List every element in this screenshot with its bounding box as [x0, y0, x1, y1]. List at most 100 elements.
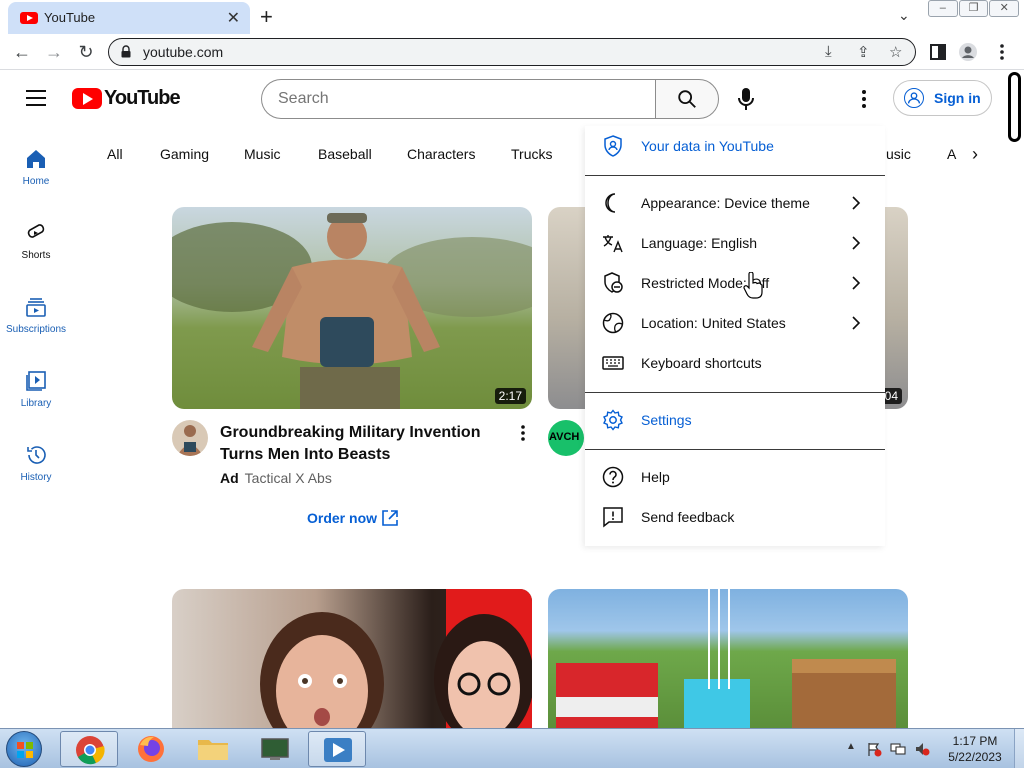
channel-name[interactable]: Tactical X Abs: [245, 470, 332, 486]
lock-icon: [121, 45, 131, 58]
side-panel-icon[interactable]: [928, 42, 948, 62]
video-thumbnail-4[interactable]: [548, 589, 908, 728]
tab-close-icon[interactable]: ✕: [227, 8, 240, 28]
settings-menu: Your data in YouTube Appearance: Device …: [585, 126, 885, 546]
new-tab-button[interactable]: +: [260, 4, 273, 30]
taskbar-explorer[interactable]: [184, 731, 242, 767]
order-now-link[interactable]: Order now: [307, 510, 377, 526]
settings-more-icon[interactable]: [856, 88, 872, 110]
search-box: [261, 79, 656, 119]
guide-menu-icon[interactable]: [26, 90, 46, 106]
forward-button[interactable]: →: [42, 40, 66, 64]
chip-music[interactable]: Music: [244, 146, 281, 162]
guide-item-history[interactable]: History: [0, 444, 72, 483]
address-bar[interactable]: youtube.com ⤓ ⇪ ☆: [108, 38, 916, 66]
guide-item-subscriptions[interactable]: Subscriptions: [0, 296, 72, 335]
back-button[interactable]: ←: [10, 40, 34, 64]
library-icon: [26, 371, 46, 391]
video-thumbnail-3[interactable]: [172, 589, 532, 728]
page-scrollbar[interactable]: [1008, 72, 1021, 142]
menu-label-keyboard-shortcuts: Keyboard shortcuts: [641, 355, 762, 371]
chip-partial[interactable]: A: [947, 146, 956, 162]
sign-in-button[interactable]: Sign in: [893, 80, 992, 116]
install-app-icon[interactable]: ⤓: [825, 43, 832, 60]
taskbar-firefox[interactable]: [122, 731, 180, 767]
browser-tab[interactable]: YouTube ✕: [8, 2, 250, 34]
restore-button[interactable]: ❐: [958, 0, 989, 17]
menu-item-help[interactable]: Help: [585, 457, 885, 497]
guide-label-library: Library: [20, 398, 52, 409]
menu-label-send-feedback: Send feedback: [641, 509, 735, 525]
channel-avatar-2[interactable]: AVCH: [548, 420, 584, 456]
video-more-icon[interactable]: [518, 424, 528, 442]
taskbar-network-app[interactable]: [246, 731, 304, 767]
menu-item-location[interactable]: Location: United States: [585, 303, 885, 343]
browser-menu-icon[interactable]: [992, 42, 1012, 62]
chips-next-icon[interactable]: ›: [972, 144, 978, 165]
share-icon[interactable]: ⇪: [857, 43, 870, 61]
clock-date: 5/22/2023: [948, 750, 1002, 764]
chip-characters[interactable]: Characters: [407, 146, 475, 162]
search-input[interactable]: [278, 88, 638, 110]
chip-all[interactable]: All: [107, 146, 123, 162]
menu-item-keyboard-shortcuts[interactable]: Keyboard shortcuts: [585, 343, 885, 383]
menu-item-your-data[interactable]: Your data in YouTube: [585, 126, 885, 166]
system-clock[interactable]: 1:17 PM 5/22/2023: [940, 733, 1010, 765]
network-icon[interactable]: [890, 741, 906, 757]
taskbar-chrome[interactable]: [60, 731, 118, 767]
url-text: youtube.com: [143, 44, 224, 60]
video-title[interactable]: Groundbreaking Military Invention Turns …: [220, 422, 520, 466]
chip-trucks[interactable]: Trucks: [511, 146, 552, 162]
chip-music-partial[interactable]: usic: [886, 146, 911, 162]
help-icon: [602, 466, 624, 488]
menu-item-restricted-mode[interactable]: Restricted Mode: Off: [585, 263, 885, 303]
close-window-button[interactable]: ✕: [989, 0, 1020, 17]
tray-expand-icon[interactable]: ▲: [846, 741, 856, 752]
show-desktop-button[interactable]: [1014, 729, 1024, 768]
menu-label-settings: Settings: [641, 412, 692, 428]
channel-avatar-2-text: AVCH: [549, 431, 580, 443]
menu-divider: [585, 175, 885, 176]
menu-item-appearance[interactable]: Appearance: Device theme: [585, 183, 885, 223]
video-meta: Ad Tactical X Abs: [220, 470, 332, 486]
external-link-icon[interactable]: [380, 508, 400, 528]
start-button[interactable]: [6, 731, 42, 767]
moon-icon: [605, 193, 616, 213]
chip-gaming[interactable]: Gaming: [160, 146, 209, 162]
reload-button[interactable]: ↻: [74, 40, 98, 64]
volume-muted-icon[interactable]: [914, 741, 930, 757]
tab-search-chevron-icon[interactable]: ⌄: [898, 7, 910, 24]
guide-item-library[interactable]: Library: [0, 370, 72, 409]
bookmark-star-icon[interactable]: ☆: [889, 43, 902, 61]
menu-label-help: Help: [641, 469, 670, 485]
search-button[interactable]: [655, 79, 719, 119]
menu-item-send-feedback[interactable]: Send feedback: [585, 497, 885, 537]
menu-item-settings[interactable]: Settings: [585, 400, 885, 440]
guide-item-home[interactable]: Home: [0, 148, 72, 187]
video-thumbnail[interactable]: 2:17: [172, 207, 532, 409]
channel-avatar[interactable]: [172, 420, 208, 456]
menu-item-language[interactable]: Language: English: [585, 223, 885, 263]
taskbar: ▲ 1:17 PM 5/22/2023: [0, 728, 1024, 768]
feedback-icon: [603, 507, 623, 528]
youtube-wordmark[interactable]: YouTube: [104, 87, 181, 110]
chevron-right-icon: [852, 276, 861, 290]
profile-avatar-icon[interactable]: [958, 42, 978, 62]
chip-baseball[interactable]: Baseball: [318, 146, 372, 162]
chevron-right-icon: [852, 316, 861, 330]
menu-divider: [585, 449, 885, 450]
gear-icon: [603, 409, 623, 431]
microphone-icon[interactable]: [736, 86, 756, 112]
minimize-button[interactable]: –: [928, 0, 958, 17]
thumbnail-art-4: [556, 589, 896, 728]
browser-titlebar: YouTube ✕ + ⌄ – ❐ ✕: [0, 0, 1024, 34]
taskbar-media-app[interactable]: [308, 731, 366, 767]
keyboard-icon: [602, 356, 624, 370]
guide-item-shorts[interactable]: Shorts: [0, 222, 72, 261]
restricted-icon: [604, 272, 623, 293]
window-controls: – ❐ ✕: [928, 0, 1020, 18]
browser-toolbar: ← → ↻ youtube.com ⤓ ⇪ ☆: [0, 34, 1024, 70]
youtube-logo-icon[interactable]: [72, 88, 102, 109]
tab-title: YouTube: [44, 10, 96, 25]
action-center-flag-icon[interactable]: [866, 741, 882, 757]
